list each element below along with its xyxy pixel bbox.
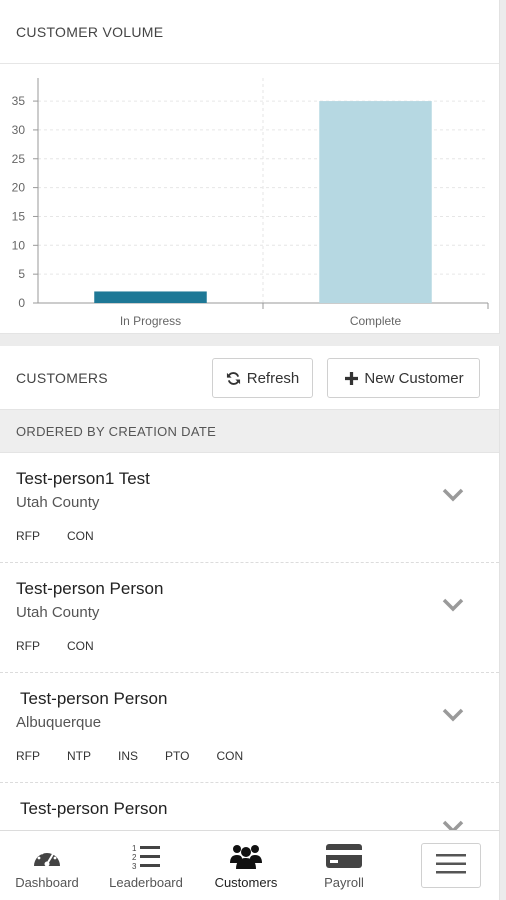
y-tick-label: 35: [12, 94, 26, 108]
customer-tag: RFP: [16, 749, 40, 763]
credit-card-icon: [326, 839, 362, 873]
customer-tag: RFP: [16, 529, 40, 543]
customer-location: Utah County: [16, 494, 100, 511]
chevron-down-icon[interactable]: [441, 485, 465, 505]
hamburger-icon: [436, 853, 466, 878]
customer-tag: INS: [118, 749, 139, 763]
y-tick-label: 25: [12, 152, 26, 166]
customer-tag: CON: [67, 529, 94, 543]
bottom-nav: Dashboard 123 Leaderboard Customers Payr…: [0, 830, 500, 900]
plus-icon: [343, 370, 359, 386]
customer-tag: RFP: [16, 639, 40, 653]
customer-tags: RFP NTP INS PTO CON: [16, 749, 270, 763]
customer-tag: PTO: [165, 749, 190, 763]
y-tick-label: 5: [18, 267, 25, 281]
ordered-list-icon: 123: [131, 839, 161, 873]
chevron-down-icon[interactable]: [441, 705, 465, 725]
users-icon: [230, 839, 262, 873]
bar-complete: [319, 101, 432, 303]
customer-name: Test-person Person: [20, 799, 168, 818]
menu-button[interactable]: [421, 843, 481, 888]
new-customer-label: New Customer: [364, 369, 464, 387]
customer-name: Test-person1 Test: [16, 469, 150, 488]
y-tick-label: 20: [12, 181, 26, 195]
customer-tag: CON: [67, 639, 94, 653]
order-label: ORDERED BY CREATION DATE: [16, 424, 217, 439]
chevron-down-icon[interactable]: [441, 817, 465, 830]
nav-customers[interactable]: Customers: [208, 839, 284, 890]
nav-dashboard[interactable]: Dashboard: [10, 839, 84, 890]
nav-payroll-label: Payroll: [324, 875, 364, 890]
nav-leaderboard[interactable]: 123 Leaderboard: [104, 839, 188, 890]
customer-location: Utah County: [16, 604, 100, 621]
bar-in-progress: [94, 291, 207, 303]
svg-text:3: 3: [132, 862, 137, 870]
customers-header: CUSTOMERS Refresh New Customer: [0, 346, 499, 409]
customer-tag: CON: [216, 749, 244, 763]
customer-volume-chart: 0 5 10 15 20 25 30 35 In Progress Complete: [12, 78, 489, 328]
customer-tag: NTP: [67, 749, 91, 763]
refresh-button[interactable]: Refresh: [212, 358, 313, 398]
nav-customers-label: Customers: [214, 875, 278, 890]
customer-tags: RFP CON: [16, 639, 121, 653]
nav-dashboard-label: Dashboard: [15, 875, 79, 890]
customers-title: CUSTOMERS: [16, 370, 108, 386]
refresh-icon: [226, 370, 242, 386]
nav-payroll[interactable]: Payroll: [312, 839, 376, 890]
refresh-label: Refresh: [246, 369, 300, 387]
customers-card: CUSTOMERS Refresh New Customer ORDERED B…: [0, 346, 500, 830]
new-customer-button[interactable]: New Customer: [327, 358, 480, 398]
customer-name: Test-person Person: [16, 579, 164, 598]
customer-volume-header: CUSTOMER VOLUME: [0, 0, 499, 64]
y-tick-label: 30: [12, 123, 26, 137]
customer-row[interactable]: Test-person1 Test Utah County RFP CON: [0, 453, 499, 563]
customer-row[interactable]: Test-person Person: [0, 783, 499, 830]
y-tick-label: 10: [12, 238, 26, 252]
customer-row[interactable]: Test-person Person Utah County RFP CON: [0, 563, 499, 673]
y-tick-label: 15: [12, 209, 26, 223]
chevron-down-icon[interactable]: [441, 595, 465, 615]
customer-volume-title: CUSTOMER VOLUME: [16, 24, 164, 40]
y-tick-label: 0: [18, 296, 25, 310]
x-tick-label: In Progress: [120, 314, 181, 328]
customer-name: Test-person Person: [20, 689, 168, 708]
svg-text:1: 1: [132, 844, 137, 853]
dashboard-icon: [32, 839, 62, 873]
customer-row[interactable]: Test-person Person Albuquerque RFP NTP I…: [0, 673, 499, 783]
order-bar: ORDERED BY CREATION DATE: [0, 409, 499, 453]
nav-leaderboard-label: Leaderboard: [109, 875, 183, 890]
customer-location: Albuquerque: [16, 714, 102, 731]
customer-volume-card: CUSTOMER VOLUME 0 5 10 15 20 25 30 35 In Progres…: [0, 0, 500, 334]
customer-tags: RFP CON: [16, 529, 121, 543]
svg-text:2: 2: [132, 853, 137, 862]
x-tick-label: Complete: [350, 314, 402, 328]
